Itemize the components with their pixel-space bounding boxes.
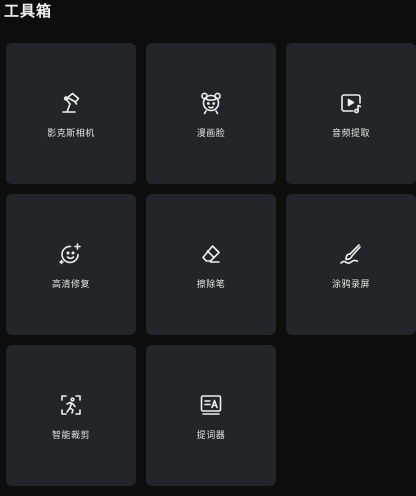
smart-crop-icon — [58, 392, 84, 418]
tool-label: 涂鸦录屏 — [331, 280, 370, 290]
eraser-icon — [198, 241, 224, 267]
tool-label: 擦除笔 — [196, 280, 226, 290]
tool-tile-camera[interactable]: 影克斯相机 — [6, 43, 136, 184]
tool-tile-teleprompter[interactable]: 提词器 — [146, 345, 276, 486]
tool-label: 提词器 — [196, 431, 226, 441]
desk-lamp-icon — [58, 90, 84, 116]
tool-tile-audio-extract[interactable]: 音频提取 — [286, 43, 416, 184]
audio-extract-icon — [338, 90, 364, 116]
cartoon-face-icon — [198, 90, 224, 116]
sparkle-face-icon — [58, 241, 84, 267]
brush-doodle-icon — [338, 241, 364, 267]
tool-label: 漫画脸 — [196, 129, 226, 139]
tool-tile-eraser[interactable]: 擦除笔 — [146, 194, 276, 335]
tool-label: 影克斯相机 — [47, 129, 95, 139]
tool-label: 智能裁剪 — [51, 431, 90, 441]
page-title: 工具箱 — [4, 2, 53, 20]
teleprompter-icon — [198, 392, 224, 418]
tool-label: 高清修复 — [51, 280, 90, 290]
tool-tile-cartoon-face[interactable]: 漫画脸 — [146, 43, 276, 184]
tool-grid: 影克斯相机 漫画脸 音频提取 高清修复 擦除笔 涂鸦录屏 智能裁剪 提词器 — [6, 43, 416, 486]
tool-tile-smart-crop[interactable]: 智能裁剪 — [6, 345, 136, 486]
tool-tile-doodle-record[interactable]: 涂鸦录屏 — [286, 194, 416, 335]
tool-label: 音频提取 — [331, 129, 370, 139]
tool-tile-hd-restore[interactable]: 高清修复 — [6, 194, 136, 335]
toolbox-page: 工具箱 影克斯相机 漫画脸 音频提取 高清修复 擦除笔 涂鸦录屏 智能裁剪 提词… — [0, 0, 416, 496]
